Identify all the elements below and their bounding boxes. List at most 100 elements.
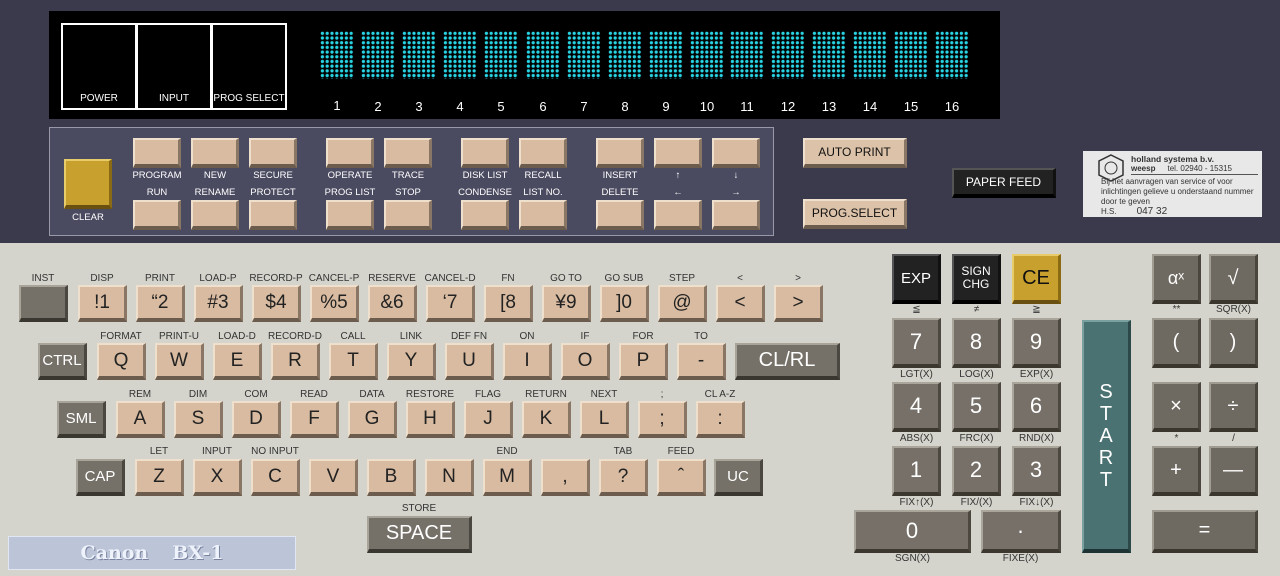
cl-rl-key[interactable]: CL/RL [735,343,840,380]
row1-key[interactable]: &6 [368,285,417,322]
row4-key[interactable]: X [193,459,242,496]
left-paren-key[interactable]: ( [1152,318,1201,368]
row4-key[interactable]: , [541,459,590,496]
row1-key[interactable]: #3 [194,285,243,322]
row1-key[interactable]: @ [658,285,707,322]
row3-key[interactable]: F [290,401,339,438]
panel-key-upper[interactable] [461,138,509,168]
panel-key-lower[interactable] [384,200,432,230]
row1-key[interactable]: !1 [78,285,127,322]
sml-key[interactable]: SML [57,401,106,438]
ce-key[interactable]: CE [1012,254,1061,304]
multiply-key[interactable]: × [1152,382,1201,432]
point-key[interactable]: · [981,510,1061,553]
panel-key-upper[interactable] [384,138,432,168]
sign-chg-key[interactable]: SIGN CHG [952,254,1001,304]
row4-key[interactable]: V [309,459,358,496]
start-key[interactable]: START [1082,320,1131,553]
panel-key-lower[interactable] [712,200,760,230]
plus-key[interactable]: + [1152,446,1201,496]
panel-key-lower[interactable] [461,200,509,230]
row2-key[interactable]: O [561,343,610,380]
panel-key-upper[interactable] [326,138,374,168]
uc-key[interactable]: UC [714,459,763,496]
row1-key[interactable]: %5 [310,285,359,322]
row2-key[interactable]: I [503,343,552,380]
row2-key[interactable]: U [445,343,494,380]
row1-key[interactable] [19,285,68,322]
digit-key[interactable]: 2 [952,446,1001,496]
power-key[interactable]: αˣ [1152,254,1201,304]
row1-key[interactable]: < [716,285,765,322]
row1-key[interactable]: [8 [484,285,533,322]
row1-key[interactable]: ¥9 [542,285,591,322]
row2-key[interactable]: P [619,343,668,380]
panel-key-upper[interactable] [519,138,567,168]
equals-key[interactable]: = [1152,510,1258,553]
row3-key[interactable]: A [116,401,165,438]
row3-key[interactable]: S [174,401,223,438]
row3-key[interactable]: G [348,401,397,438]
row3-key[interactable]: D [232,401,281,438]
space-key[interactable]: SPACE [367,516,472,553]
row2-key[interactable]: T [329,343,378,380]
exp-key[interactable]: EXP [892,254,941,304]
panel-key-upper[interactable] [596,138,644,168]
panel-key-lower[interactable] [519,200,567,230]
digit-key[interactable]: 5 [952,382,1001,432]
divide-key[interactable]: ÷ [1209,382,1258,432]
row3-key[interactable]: L [580,401,629,438]
row4-key[interactable]: ˆ [657,459,706,496]
paper-feed-button[interactable]: PAPER FEED [952,168,1056,198]
zero-key[interactable]: 0 [854,510,971,553]
row1-key[interactable]: > [774,285,823,322]
panel-key-upper[interactable] [133,138,181,168]
sqrt-key[interactable]: √ [1209,254,1258,304]
row4-key[interactable]: ? [599,459,648,496]
row2-key[interactable]: W [155,343,204,380]
row2-key[interactable]: R [271,343,320,380]
row3-key[interactable]: J [464,401,513,438]
panel-key-lower[interactable] [596,200,644,230]
prog-select-button[interactable]: PROG.SELECT [803,199,907,229]
panel-key-lower[interactable] [326,200,374,230]
ctrl-key[interactable]: CTRL [38,343,87,380]
row1-key[interactable]: ‘7 [426,285,475,322]
digit-key[interactable]: 1 [892,446,941,496]
panel-key-upper[interactable] [249,138,297,168]
panel-key-lower[interactable] [133,200,181,230]
digit-key[interactable]: 8 [952,318,1001,368]
row4-key[interactable]: C [251,459,300,496]
panel-key-upper[interactable] [654,138,702,168]
row3-key[interactable]: K [522,401,571,438]
panel-key-lower[interactable] [191,200,239,230]
clear-key[interactable] [64,159,112,209]
digit-key[interactable]: 9 [1012,318,1061,368]
minus-key[interactable]: — [1209,446,1258,496]
panel-key-lower[interactable] [249,200,297,230]
row4-key[interactable]: N [425,459,474,496]
row4-key[interactable]: B [367,459,416,496]
right-paren-key[interactable]: ) [1209,318,1258,368]
row2-key[interactable]: Y [387,343,436,380]
digit-key[interactable]: 6 [1012,382,1061,432]
row3-key[interactable]: H [406,401,455,438]
panel-key-upper[interactable] [191,138,239,168]
row2-key[interactable]: Q [97,343,146,380]
digit-key[interactable]: 4 [892,382,941,432]
digit-key[interactable]: 3 [1012,446,1061,496]
digit-key[interactable]: 7 [892,318,941,368]
cap-key[interactable]: CAP [76,459,125,496]
row4-key[interactable]: Z [135,459,184,496]
row2-key[interactable]: E [213,343,262,380]
row4-key[interactable]: M [483,459,532,496]
row3-key[interactable]: ; [638,401,687,438]
row1-key[interactable]: “2 [136,285,185,322]
row3-key[interactable]: : [696,401,745,438]
panel-key-lower[interactable] [654,200,702,230]
panel-key-upper[interactable] [712,138,760,168]
row1-key[interactable]: ]0 [600,285,649,322]
auto-print-button[interactable]: AUTO PRINT [803,138,907,168]
row1-key[interactable]: $4 [252,285,301,322]
row2-key[interactable]: - [677,343,726,380]
